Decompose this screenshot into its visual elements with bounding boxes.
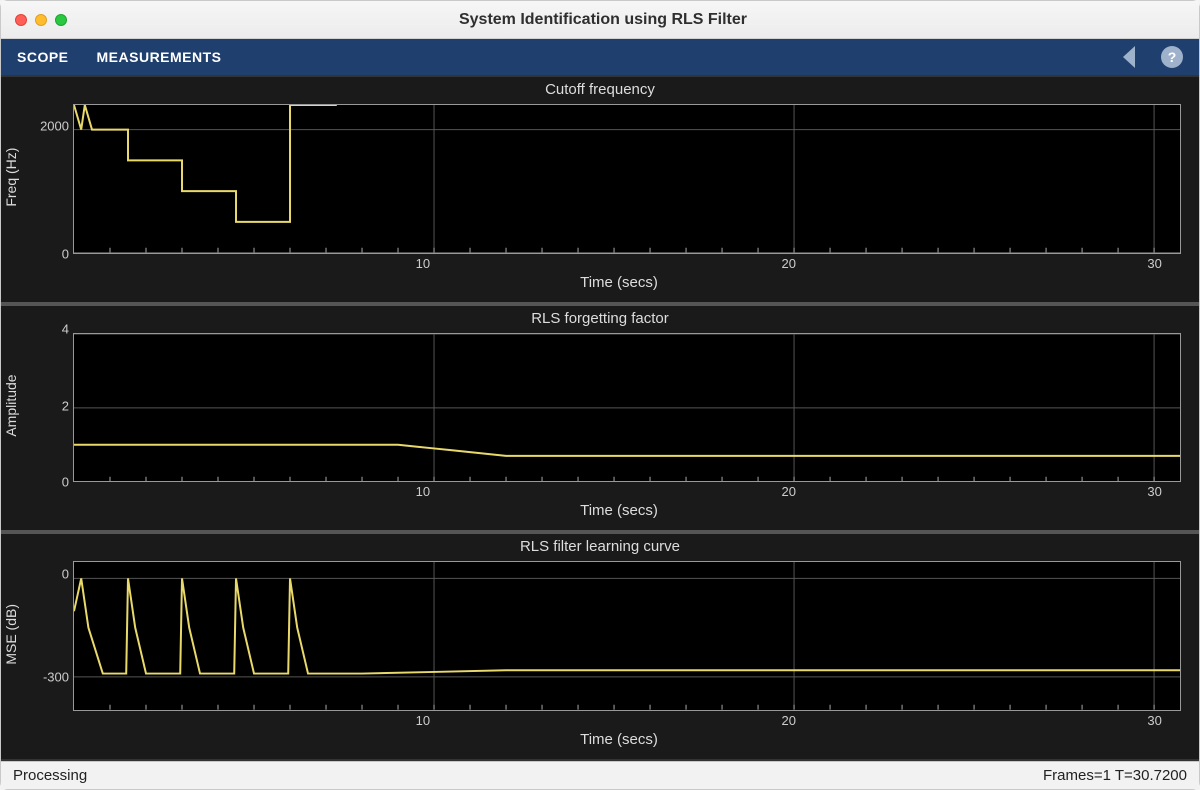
y-axis-ticks: -300 0 xyxy=(27,557,73,711)
window-controls xyxy=(1,14,67,26)
y-axis-label: Freq (Hz) xyxy=(1,100,27,254)
y-axis-label: MSE (dB) xyxy=(1,557,27,711)
status-frames: Frames=1 T=30.7200 xyxy=(1043,767,1187,784)
x-tick: 20 xyxy=(782,484,796,499)
x-tick: 30 xyxy=(1147,713,1161,728)
x-tick: 10 xyxy=(416,484,430,499)
x-tick: 20 xyxy=(782,256,796,271)
titlebar: System Identification using RLS Filter xyxy=(1,1,1199,39)
x-axis-label: Time (secs) xyxy=(580,502,658,519)
x-tick: 10 xyxy=(416,713,430,728)
x-tick: 30 xyxy=(1147,256,1161,271)
axes[interactable] xyxy=(73,104,1181,254)
window-title: System Identification using RLS Filter xyxy=(67,11,1139,29)
axes[interactable] xyxy=(73,561,1181,711)
y-axis-ticks: 024 xyxy=(27,329,73,483)
tab-scope[interactable]: SCOPE xyxy=(17,49,69,65)
y-tick: 4 xyxy=(62,321,69,336)
plot-area: Cutoff frequency Freq (Hz) 02000 Time (s… xyxy=(1,75,1199,761)
plot-cutoff[interactable]: Cutoff frequency Freq (Hz) 02000 Time (s… xyxy=(1,77,1199,304)
plot-learning[interactable]: RLS filter learning curve MSE (dB) -300 0… xyxy=(1,532,1199,759)
toolbar: SCOPE MEASUREMENTS ? xyxy=(1,39,1199,75)
plot-title: RLS forgetting factor xyxy=(1,306,1199,329)
y-axis-ticks: 02000 xyxy=(27,100,73,254)
help-pointer-icon xyxy=(1123,46,1135,68)
y-tick: 0 xyxy=(62,567,69,582)
x-axis-label: Time (secs) xyxy=(580,731,658,748)
zoom-icon[interactable] xyxy=(55,14,67,26)
minimize-icon[interactable] xyxy=(35,14,47,26)
x-axis: Time (secs) 10 20 30 xyxy=(57,711,1181,759)
y-tick: 2 xyxy=(62,398,69,413)
y-axis-label: Amplitude xyxy=(1,329,27,483)
x-tick: 20 xyxy=(782,713,796,728)
plot-title: Cutoff frequency xyxy=(1,77,1199,100)
x-axis: Time (secs) 10 20 30 xyxy=(57,254,1181,302)
status-text: Processing xyxy=(13,767,87,784)
x-axis-label: Time (secs) xyxy=(580,274,658,291)
x-tick: 10 xyxy=(416,256,430,271)
x-axis: Time (secs) 10 20 30 xyxy=(57,482,1181,530)
plot-title: RLS filter learning curve xyxy=(1,534,1199,557)
axes[interactable] xyxy=(73,333,1181,483)
x-tick: 30 xyxy=(1147,484,1161,499)
close-icon[interactable] xyxy=(15,14,27,26)
status-bar: Processing Frames=1 T=30.7200 xyxy=(1,761,1199,789)
help-button[interactable]: ? xyxy=(1161,46,1183,68)
app-window: System Identification using RLS Filter S… xyxy=(0,0,1200,790)
y-tick: 2000 xyxy=(40,118,69,133)
y-tick: -300 xyxy=(43,669,69,684)
plot-forgetting[interactable]: RLS forgetting factor Amplitude 024 Time… xyxy=(1,304,1199,533)
tab-measurements[interactable]: MEASUREMENTS xyxy=(97,49,222,65)
